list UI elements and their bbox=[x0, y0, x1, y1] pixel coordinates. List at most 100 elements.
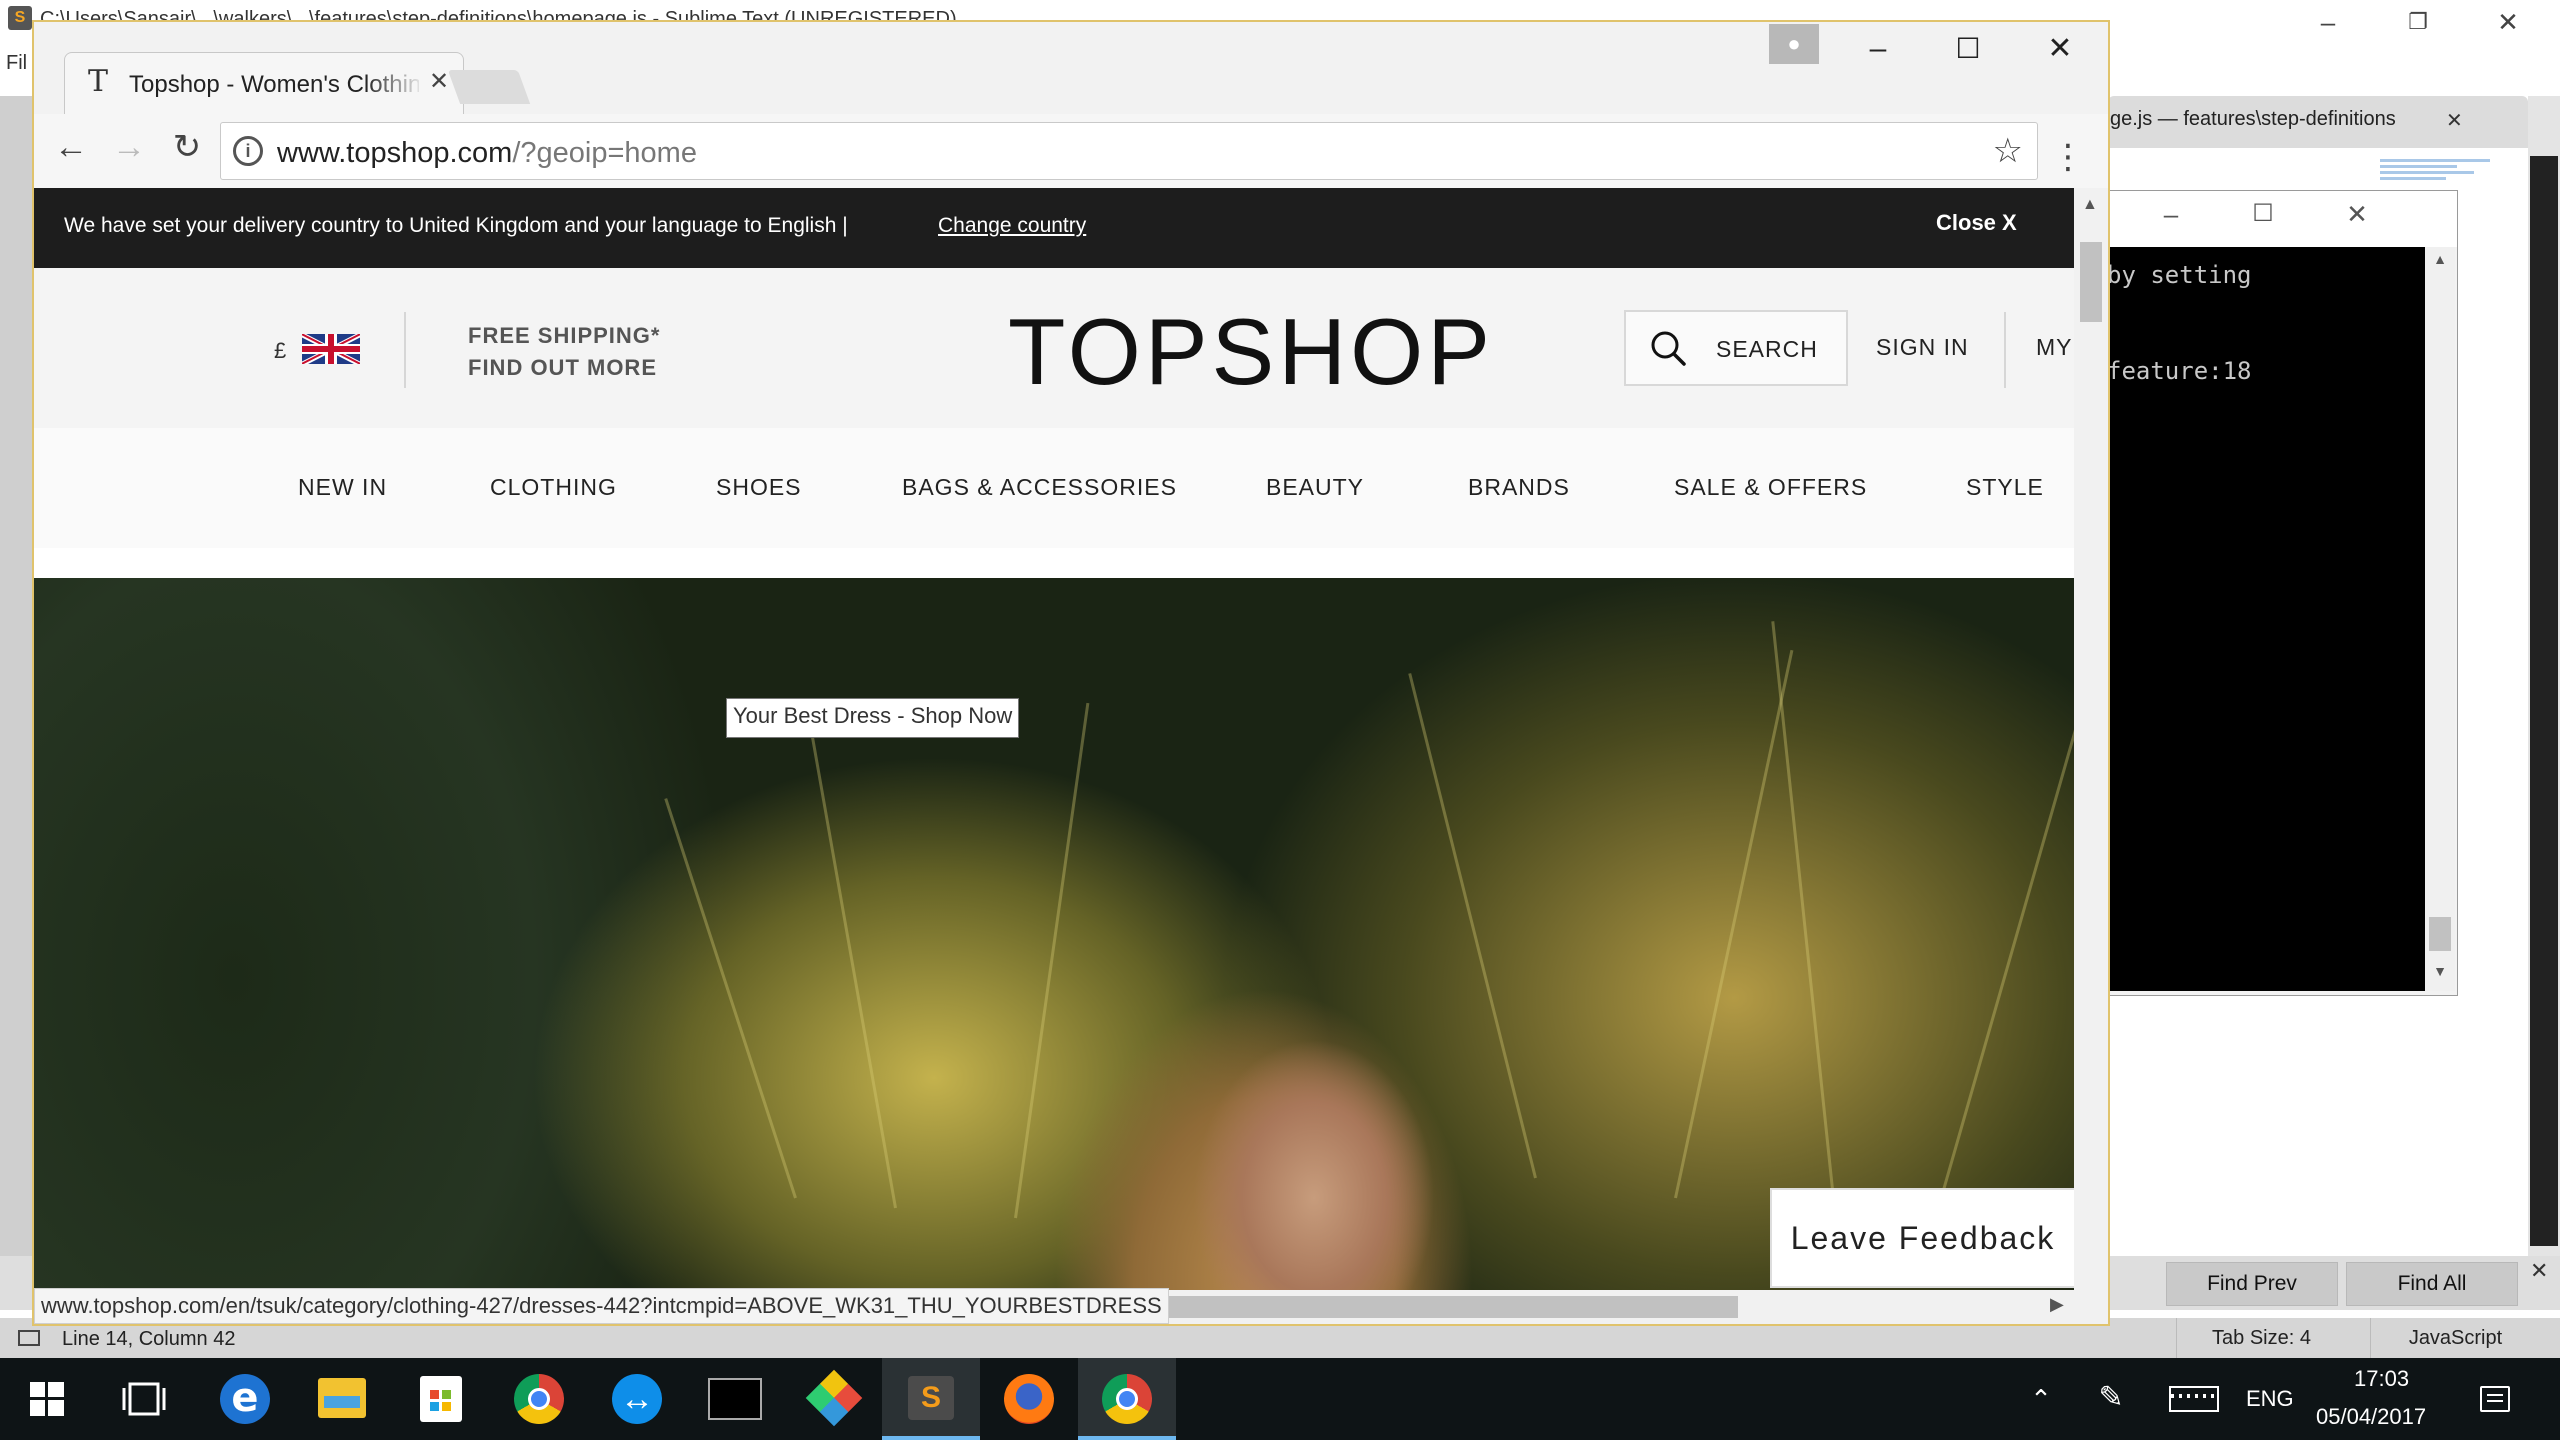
tray-chevron-up-icon[interactable]: ⌃ bbox=[2016, 1384, 2066, 1415]
free-shipping-line: FREE SHIPPING* bbox=[468, 323, 661, 348]
new-tab-button[interactable] bbox=[447, 70, 531, 104]
windows-logo-icon bbox=[30, 1382, 64, 1416]
url-host: www.topshop.com bbox=[277, 137, 513, 169]
taskbar-edge[interactable]: e bbox=[196, 1358, 294, 1440]
editor-minimize-button[interactable]: – bbox=[2290, 0, 2366, 44]
web-page-viewport: We have set your delivery country to Uni… bbox=[34, 188, 2074, 1324]
browser-tab-topshop[interactable]: T Topshop - Women's Clothing ✕ bbox=[64, 52, 464, 116]
nav-item-sale-offers[interactable]: SALE & OFFERS bbox=[1674, 474, 1867, 501]
sublime-text-icon: S bbox=[908, 1376, 954, 1420]
find-all-button[interactable]: Find All bbox=[2346, 1262, 2518, 1306]
nav-item-clothing[interactable]: CLOTHING bbox=[490, 474, 617, 501]
link-hover-status-url: www.topshop.com/en/tsuk/category/clothin… bbox=[34, 1288, 1169, 1324]
console-scrollbar[interactable]: ▲ ▼ bbox=[2425, 247, 2455, 991]
search-label: SEARCH bbox=[1716, 336, 1818, 362]
editor-restore-button[interactable]: ❐ bbox=[2380, 0, 2456, 44]
console-output: by setting feature:18 bbox=[2107, 247, 2425, 991]
taskbar-git-tool[interactable] bbox=[784, 1358, 882, 1440]
editor-panel-dark bbox=[2530, 156, 2558, 1246]
browser-close-button[interactable]: ✕ bbox=[2022, 22, 2098, 76]
grass-streak bbox=[1014, 702, 1090, 1219]
profile-avatar-icon[interactable]: ● bbox=[1769, 24, 1819, 64]
editor-close-button[interactable]: ✕ bbox=[2470, 0, 2546, 44]
clock-date[interactable]: 05/04/2017 bbox=[2316, 1404, 2426, 1430]
browser-menu-icon[interactable]: ⋮ bbox=[2048, 134, 2088, 180]
action-center-icon[interactable] bbox=[2470, 1382, 2520, 1412]
teamviewer-icon: ↔ bbox=[612, 1374, 662, 1424]
page-scroll-thumb[interactable] bbox=[2080, 242, 2102, 322]
uk-flag-icon[interactable] bbox=[302, 334, 360, 364]
console-scroll-thumb[interactable] bbox=[2429, 917, 2451, 951]
console-close-button[interactable]: ✕ bbox=[2327, 199, 2387, 230]
nav-item-style[interactable]: STYLE bbox=[1966, 474, 2044, 501]
taskbar-store[interactable] bbox=[392, 1358, 490, 1440]
find-close-icon[interactable]: ✕ bbox=[2530, 1258, 2548, 1284]
sign-in-link[interactable]: SIGN IN bbox=[1876, 334, 1969, 361]
nav-item-new-in[interactable]: NEW IN bbox=[298, 474, 387, 501]
status-syntax[interactable]: JavaScript bbox=[2370, 1318, 2540, 1358]
scroll-up-icon[interactable]: ▲ bbox=[2082, 196, 2098, 214]
bookmark-star-icon[interactable]: ☆ bbox=[1993, 131, 2023, 171]
console-line: by setting bbox=[2107, 261, 2252, 289]
reload-icon[interactable]: ↻ bbox=[164, 124, 210, 170]
console-toggle-icon[interactable] bbox=[18, 1330, 40, 1346]
banner-close-button[interactable]: Close X bbox=[1936, 210, 2017, 236]
touch-keyboard-icon[interactable] bbox=[2164, 1380, 2224, 1412]
editor-tab-close-icon[interactable]: ✕ bbox=[2446, 108, 2463, 133]
topshop-favicon-icon: T bbox=[87, 64, 108, 99]
command-prompt-icon bbox=[708, 1378, 762, 1420]
grass-streak bbox=[1674, 649, 1794, 1199]
task-view-button[interactable] bbox=[98, 1358, 196, 1440]
taskbar-firefox[interactable] bbox=[980, 1358, 1078, 1440]
scroll-down-icon[interactable]: ▼ bbox=[2429, 963, 2451, 979]
grass-streak bbox=[664, 798, 797, 1199]
page-vertical-scrollbar[interactable]: ▲ ▼ bbox=[2074, 188, 2108, 1324]
address-bar[interactable]: i www.topshop.com/?geoip=home ☆ bbox=[220, 122, 2038, 180]
nav-item-beauty[interactable]: BEAUTY bbox=[1266, 474, 1364, 501]
file-explorer-icon bbox=[318, 1378, 366, 1418]
grass-streak bbox=[810, 735, 897, 1209]
taskbar-teamviewer[interactable]: ↔ bbox=[588, 1358, 686, 1440]
taskbar-file-explorer[interactable] bbox=[294, 1358, 392, 1440]
nav-item-bags-accessories[interactable]: BAGS & ACCESSORIES bbox=[902, 474, 1177, 501]
back-arrow-icon[interactable]: ← bbox=[48, 124, 94, 170]
my-account-link[interactable]: MY bbox=[2036, 334, 2073, 361]
search-button[interactable]: SEARCH bbox=[1624, 310, 1848, 386]
header-divider bbox=[404, 312, 406, 388]
console-maximize-button[interactable]: ☐ bbox=[2233, 199, 2293, 228]
tab-close-icon[interactable]: ✕ bbox=[429, 67, 449, 96]
editor-menu-file[interactable]: Fil bbox=[6, 52, 27, 75]
browser-minimize-button[interactable]: – bbox=[1840, 22, 1916, 76]
grass-streak bbox=[1934, 698, 2074, 1219]
delivery-message: We have set your delivery country to Uni… bbox=[64, 214, 848, 237]
browser-tab-strip: T Topshop - Women's Clothing ✕ ● – ☐ ✕ bbox=[34, 22, 2108, 116]
clock-time[interactable]: 17:03 bbox=[2354, 1366, 2409, 1392]
taskbar-chrome[interactable] bbox=[490, 1358, 588, 1440]
leave-feedback-button[interactable]: Leave Feedback bbox=[1770, 1188, 2074, 1288]
console-minimize-button[interactable]: – bbox=[2141, 199, 2201, 230]
change-country-link[interactable]: Change country bbox=[938, 214, 1086, 238]
grass-streak bbox=[1771, 621, 1837, 1219]
nav-item-brands[interactable]: BRANDS bbox=[1468, 474, 1570, 501]
find-prev-button[interactable]: Find Prev bbox=[2166, 1262, 2338, 1306]
topshop-logo[interactable]: TOPSHOP bbox=[1008, 298, 1494, 406]
tray-pen-icon[interactable]: ✎ bbox=[2086, 1380, 2136, 1415]
free-shipping-promo[interactable]: FREE SHIPPING* FIND OUT MORE bbox=[468, 320, 660, 384]
taskbar-command-prompt[interactable] bbox=[686, 1358, 784, 1440]
taskbar-sublime-text[interactable]: S bbox=[882, 1358, 980, 1440]
taskbar-chrome-active[interactable] bbox=[1078, 1358, 1176, 1440]
scroll-up-icon[interactable]: ▲ bbox=[2429, 251, 2451, 267]
status-tab-size[interactable]: Tab Size: 4 bbox=[2176, 1318, 2346, 1358]
forward-arrow-icon[interactable]: → bbox=[106, 124, 152, 170]
scroll-right-icon[interactable]: ▶ bbox=[2050, 1294, 2064, 1315]
site-info-icon[interactable]: i bbox=[233, 136, 263, 166]
store-bag-icon bbox=[420, 1376, 462, 1422]
hero-banner-image[interactable]: Your Best Dress - Shop Now bbox=[34, 578, 2074, 1324]
currency-symbol[interactable]: £ bbox=[274, 338, 286, 364]
start-button[interactable] bbox=[0, 1358, 98, 1440]
browser-maximize-button[interactable]: ☐ bbox=[1930, 22, 2006, 76]
chrome-icon bbox=[514, 1374, 564, 1424]
main-navigation: NEW IN CLOTHING SHOES BAGS & ACCESSORIES… bbox=[34, 428, 2074, 548]
language-indicator[interactable]: ENG bbox=[2246, 1386, 2294, 1412]
nav-item-shoes[interactable]: SHOES bbox=[716, 474, 802, 501]
